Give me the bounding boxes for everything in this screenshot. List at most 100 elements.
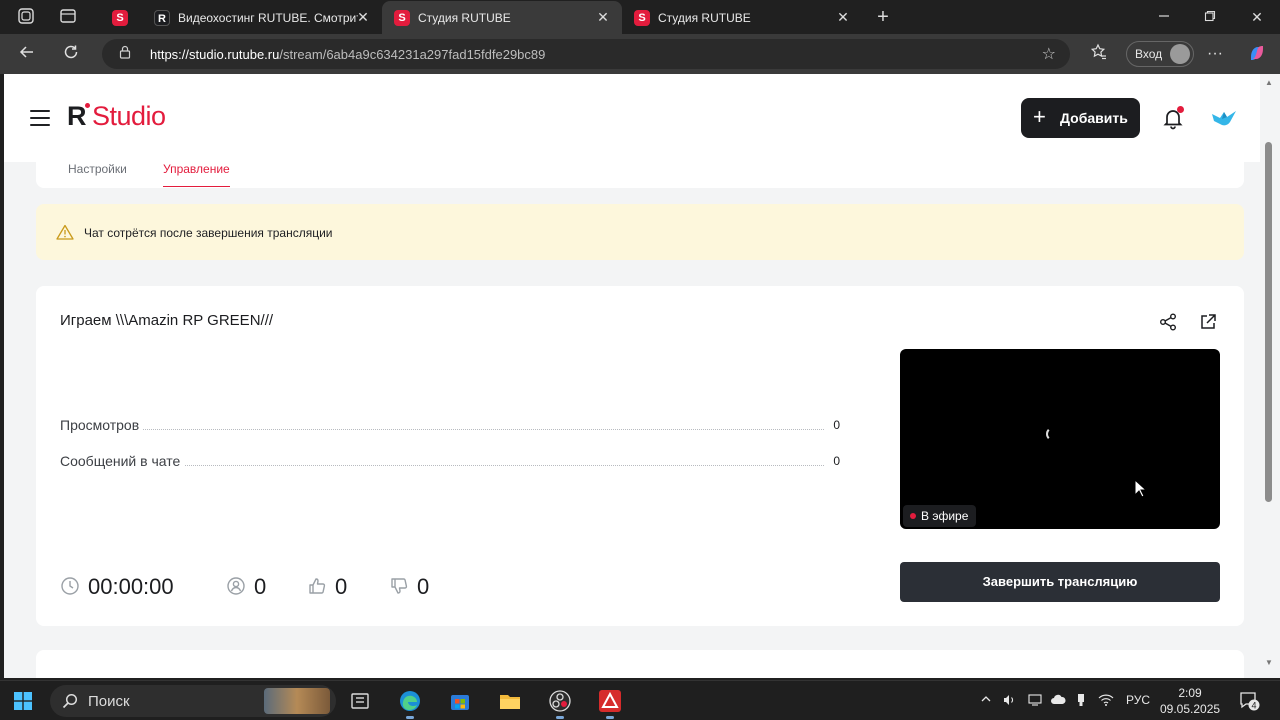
tab-title: Студия RUTUBE <box>658 11 751 25</box>
workspaces-icon[interactable] <box>16 7 36 27</box>
stat-label: Сообщений в чате <box>60 453 185 469</box>
reload-icon[interactable] <box>60 43 82 65</box>
stream-preview-player[interactable]: В эфире <box>900 349 1220 529</box>
tab-settings[interactable]: Настройки <box>68 162 127 176</box>
notification-center-icon[interactable]: 4 <box>1238 691 1260 711</box>
new-tab-icon[interactable]: + <box>873 7 893 27</box>
search-label: Поиск <box>88 693 130 710</box>
rutube-favicon-icon: S <box>112 10 128 26</box>
logo-dot <box>85 103 90 108</box>
notifications-bell-icon[interactable] <box>1161 106 1185 130</box>
notification-dot <box>1177 106 1184 113</box>
clock-date: 09.05.2025 <box>1160 702 1221 716</box>
favorite-star-icon[interactable]: ☆ <box>1042 44 1056 64</box>
studio-favicon-icon: S <box>394 10 410 26</box>
clock-icon <box>60 576 80 596</box>
tab-title: Видеохостинг RUTUBE. Смотрит <box>178 11 358 25</box>
windows-start-icon[interactable] <box>14 692 32 710</box>
search-highlight-image <box>264 688 330 714</box>
wifi-icon[interactable] <box>1098 693 1114 710</box>
search-icon <box>62 693 78 709</box>
address-input[interactable]: https://studio.rutube.ru/stream/6ab4a9c6… <box>102 39 1070 69</box>
url-path: /stream/6ab4a9c634231a297fad15fdfe29bc89 <box>279 47 546 62</box>
login-label: Вход <box>1135 47 1163 61</box>
next-card <box>36 650 1244 678</box>
windows-taskbar: Поиск РУС 2:09 09.05.2025 4 <box>0 680 1280 720</box>
user-avatar-bird-icon[interactable] <box>1210 104 1238 132</box>
page-scrollbar[interactable]: ▲ ▼ <box>1260 74 1280 678</box>
more-icon[interactable]: ··· <box>1204 43 1226 65</box>
copilot-icon[interactable] <box>1246 43 1268 65</box>
studio-logo[interactable]: R Studio <box>67 101 166 133</box>
stat-views: Просмотров 0 <box>60 417 840 435</box>
browser-tab-studio-active[interactable]: S Студия RUTUBE ✕ <box>382 1 622 34</box>
usb-icon[interactable] <box>1076 693 1086 710</box>
add-button[interactable]: + Добавить <box>1021 98 1140 138</box>
stat-value: 0 <box>827 418 840 432</box>
live-dot <box>910 513 916 519</box>
stat-label: Просмотров <box>60 417 144 433</box>
microsoft-store-icon[interactable] <box>448 689 472 713</box>
browser-tab-studio[interactable]: S Студия RUTUBE ✕ <box>622 1 862 34</box>
close-icon[interactable]: ✕ <box>834 8 852 26</box>
scroll-down-icon[interactable]: ▼ <box>1264 658 1274 668</box>
tab-manage[interactable]: Управление <box>163 162 230 187</box>
keyboard-language[interactable]: РУС <box>1126 693 1150 707</box>
stream-title: Играем \\\Amazin RP GREEN/// <box>60 312 274 329</box>
browser-tab-pinned[interactable]: S <box>100 1 140 34</box>
lock-icon[interactable] <box>118 45 134 61</box>
onedrive-icon[interactable] <box>1050 693 1066 710</box>
file-explorer-icon[interactable] <box>498 689 522 713</box>
restore-icon[interactable] <box>1200 7 1220 27</box>
system-clock[interactable]: 2:09 09.05.2025 <box>1160 685 1220 717</box>
live-label: В эфире <box>921 509 969 523</box>
stat-value: 0 <box>827 454 840 468</box>
obs-recorder-icon[interactable] <box>548 689 572 719</box>
duration-value: 00:00:00 <box>88 574 174 599</box>
tray-chevron-icon[interactable] <box>980 693 992 708</box>
tab-actions-icon[interactable] <box>58 7 78 27</box>
menu-icon[interactable] <box>30 110 50 126</box>
favorites-icon[interactable] <box>1088 43 1110 65</box>
likes-value: 0 <box>335 574 348 599</box>
studio-page: R Studio + Добавить Настройки Управление … <box>4 74 1260 678</box>
loading-spinner-icon <box>1046 427 1060 441</box>
site-header: R Studio + Добавить <box>4 74 1260 162</box>
open-external-icon[interactable] <box>1198 312 1218 332</box>
stat-chat-messages: Сообщений в чате 0 <box>60 453 840 471</box>
scroll-thumb[interactable] <box>1265 142 1272 502</box>
url-text: https://studio.rutube.ru/stream/6ab4a9c6… <box>150 47 545 62</box>
scroll-up-icon[interactable]: ▲ <box>1264 78 1274 88</box>
close-icon[interactable]: ✕ <box>354 8 372 26</box>
add-label: Добавить <box>1060 110 1128 126</box>
share-icon[interactable] <box>1158 312 1178 332</box>
taskbar-search-input[interactable]: Поиск <box>50 685 336 717</box>
thumbs-down-icon <box>389 576 409 596</box>
game-launcher-icon[interactable] <box>598 689 622 719</box>
stream-card: Играем \\\Amazin RP GREEN/// Просмотров … <box>36 286 1244 626</box>
live-badge: В эфире <box>903 505 977 527</box>
browser-address-bar: https://studio.rutube.ru/stream/6ab4a9c6… <box>0 34 1280 74</box>
profile-avatar-icon <box>1170 44 1190 64</box>
dislikes-value: 0 <box>417 574 430 599</box>
minimize-icon[interactable] <box>1154 7 1174 27</box>
speaker-icon[interactable] <box>1002 693 1016 710</box>
notification-count: 4 <box>1251 700 1256 710</box>
studio-favicon-icon: S <box>634 10 650 26</box>
thumbs-up-icon <box>307 576 327 596</box>
plus-icon: + <box>1033 104 1046 129</box>
rutube-favicon-icon: R <box>154 10 170 26</box>
chat-warning-banner: Чат сотрётся после завершения трансляции <box>36 204 1244 260</box>
browser-tab-rutube-main[interactable]: R Видеохостинг RUTUBE. Смотрит ✕ <box>142 1 382 34</box>
back-icon[interactable] <box>16 43 38 65</box>
browser-tab-bar: S R Видеохостинг RUTUBE. Смотрит ✕ S Сту… <box>0 0 1280 34</box>
edge-browser-icon[interactable] <box>398 689 422 719</box>
display-icon[interactable] <box>1028 693 1042 710</box>
end-stream-button[interactable]: Завершить трансляцию <box>900 562 1220 602</box>
profile-login-button[interactable]: Вход <box>1126 41 1194 67</box>
close-icon[interactable]: ✕ <box>594 8 612 26</box>
stream-tabs: Настройки Управление <box>36 162 1244 188</box>
warning-icon <box>56 224 74 240</box>
close-window-icon[interactable]: ✕ <box>1247 7 1267 27</box>
task-view-icon[interactable] <box>348 689 372 713</box>
